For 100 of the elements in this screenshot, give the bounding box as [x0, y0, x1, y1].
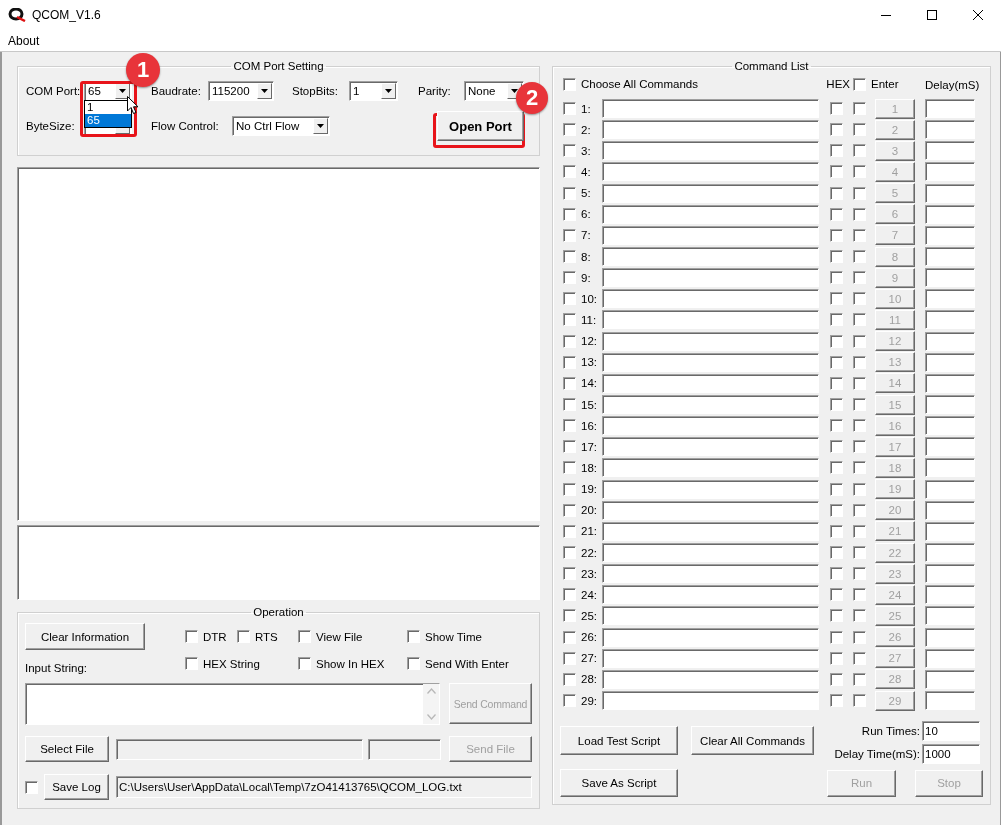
dropdown-option[interactable]: 65 [85, 114, 131, 127]
delay-field[interactable] [925, 691, 975, 710]
delay-field[interactable] [925, 395, 975, 415]
button[interactable]: Clear Information [25, 623, 145, 650]
row-label: 13: [581, 356, 598, 369]
button[interactable]: Select File [25, 736, 109, 762]
delay-field[interactable] [925, 437, 975, 457]
command-field[interactable] [602, 331, 819, 351]
command-field[interactable] [602, 585, 819, 605]
caret-icon [511, 89, 518, 93]
button[interactable]: Load Test Script [560, 726, 678, 756]
checkbox-label: Show Time [425, 630, 482, 643]
maximize-icon [927, 10, 937, 20]
command-field[interactable] [602, 564, 819, 584]
delay-field[interactable] [925, 521, 975, 541]
delay-field[interactable] [925, 331, 975, 351]
dropdown[interactable]: None [464, 81, 524, 101]
command-field[interactable] [602, 99, 819, 119]
checkbox[interactable] [185, 630, 198, 643]
input-field[interactable] [25, 683, 440, 725]
text-area[interactable] [17, 525, 540, 600]
command-field[interactable] [602, 606, 819, 626]
command-field[interactable] [602, 204, 819, 224]
delay-field[interactable] [925, 416, 975, 436]
checkbox[interactable] [407, 657, 420, 670]
group-title: Operation [252, 605, 305, 619]
delay-field[interactable] [925, 99, 975, 119]
command-field[interactable] [602, 543, 819, 562]
delay-field[interactable] [925, 225, 975, 245]
button[interactable]: Save Log [44, 774, 109, 800]
delay-field[interactable] [925, 289, 975, 309]
delay-field[interactable] [925, 500, 975, 520]
delay-field[interactable] [925, 648, 975, 668]
command-field[interactable] [602, 500, 819, 520]
delay-field[interactable] [925, 479, 975, 499]
delay-field[interactable] [925, 141, 975, 161]
dropdown-option[interactable]: 1 [85, 101, 131, 114]
checkbox[interactable] [853, 77, 866, 91]
command-field[interactable] [602, 479, 819, 499]
checkbox[interactable] [237, 630, 250, 643]
row-label: 23: [581, 567, 598, 580]
checkbox[interactable] [298, 657, 311, 670]
delay-field[interactable] [925, 162, 975, 182]
command-field[interactable] [602, 458, 819, 478]
delay-field[interactable] [925, 183, 975, 203]
command-field[interactable] [602, 225, 819, 245]
delay-field[interactable] [925, 120, 975, 140]
row-label: 9: [581, 271, 592, 284]
file-path-field[interactable]: C:\Users\User\AppData\Local\Temp\7zO41413765\QCOM_LOG.txt [116, 776, 532, 798]
button[interactable]: Save As Script [560, 769, 678, 798]
delay-field[interactable] [925, 585, 975, 605]
delay-field[interactable] [925, 204, 975, 224]
text-field[interactable]: 1000 [922, 744, 980, 765]
command-field[interactable] [602, 183, 819, 203]
command-field[interactable] [602, 416, 819, 436]
row-label: 3: [581, 144, 592, 157]
button[interactable]: Clear All Commands [691, 726, 814, 756]
delay-field[interactable] [925, 268, 975, 288]
command-field[interactable] [602, 268, 819, 288]
command-field[interactable] [602, 437, 819, 457]
delay-field[interactable] [925, 564, 975, 584]
delay-field[interactable] [925, 458, 975, 478]
row-label: 12: [581, 335, 598, 348]
command-field[interactable] [602, 373, 819, 393]
delay-field[interactable] [925, 543, 975, 562]
checkbox[interactable] [407, 630, 420, 643]
checkbox[interactable] [25, 780, 38, 794]
row-label: 17: [581, 440, 598, 453]
delay-field[interactable] [925, 247, 975, 267]
text-field[interactable] [368, 738, 441, 760]
file-path-field[interactable] [116, 738, 363, 760]
checkbox[interactable] [185, 657, 198, 670]
dropdown[interactable]: No Ctrl Flow [232, 116, 330, 136]
delay-field[interactable] [925, 627, 975, 647]
command-field[interactable] [602, 691, 819, 710]
checkbox[interactable] [563, 77, 576, 91]
command-field[interactable] [602, 310, 819, 330]
command-field[interactable] [602, 648, 819, 668]
dropdown[interactable]: 1 [349, 81, 398, 101]
delay-field[interactable] [925, 310, 975, 330]
dropdown[interactable]: 115200 [208, 81, 274, 101]
delay-field[interactable] [925, 373, 975, 393]
command-field[interactable] [602, 669, 819, 689]
command-field[interactable] [602, 521, 819, 541]
command-field[interactable] [602, 247, 819, 267]
delay-field[interactable] [925, 352, 975, 372]
command-field[interactable] [602, 352, 819, 372]
row-label: 8: [581, 250, 592, 263]
checkbox[interactable] [298, 630, 311, 643]
command-field[interactable] [602, 289, 819, 309]
delay-field[interactable] [925, 669, 975, 689]
button[interactable]: Open Port [437, 111, 524, 141]
command-field[interactable] [602, 627, 819, 647]
menu-item[interactable]: About [0, 33, 48, 48]
text-field[interactable]: 10 [922, 721, 980, 742]
command-field[interactable] [602, 162, 819, 182]
delay-field[interactable] [925, 606, 975, 626]
command-field[interactable] [602, 141, 819, 161]
command-field[interactable] [602, 120, 819, 140]
command-field[interactable] [602, 395, 819, 415]
